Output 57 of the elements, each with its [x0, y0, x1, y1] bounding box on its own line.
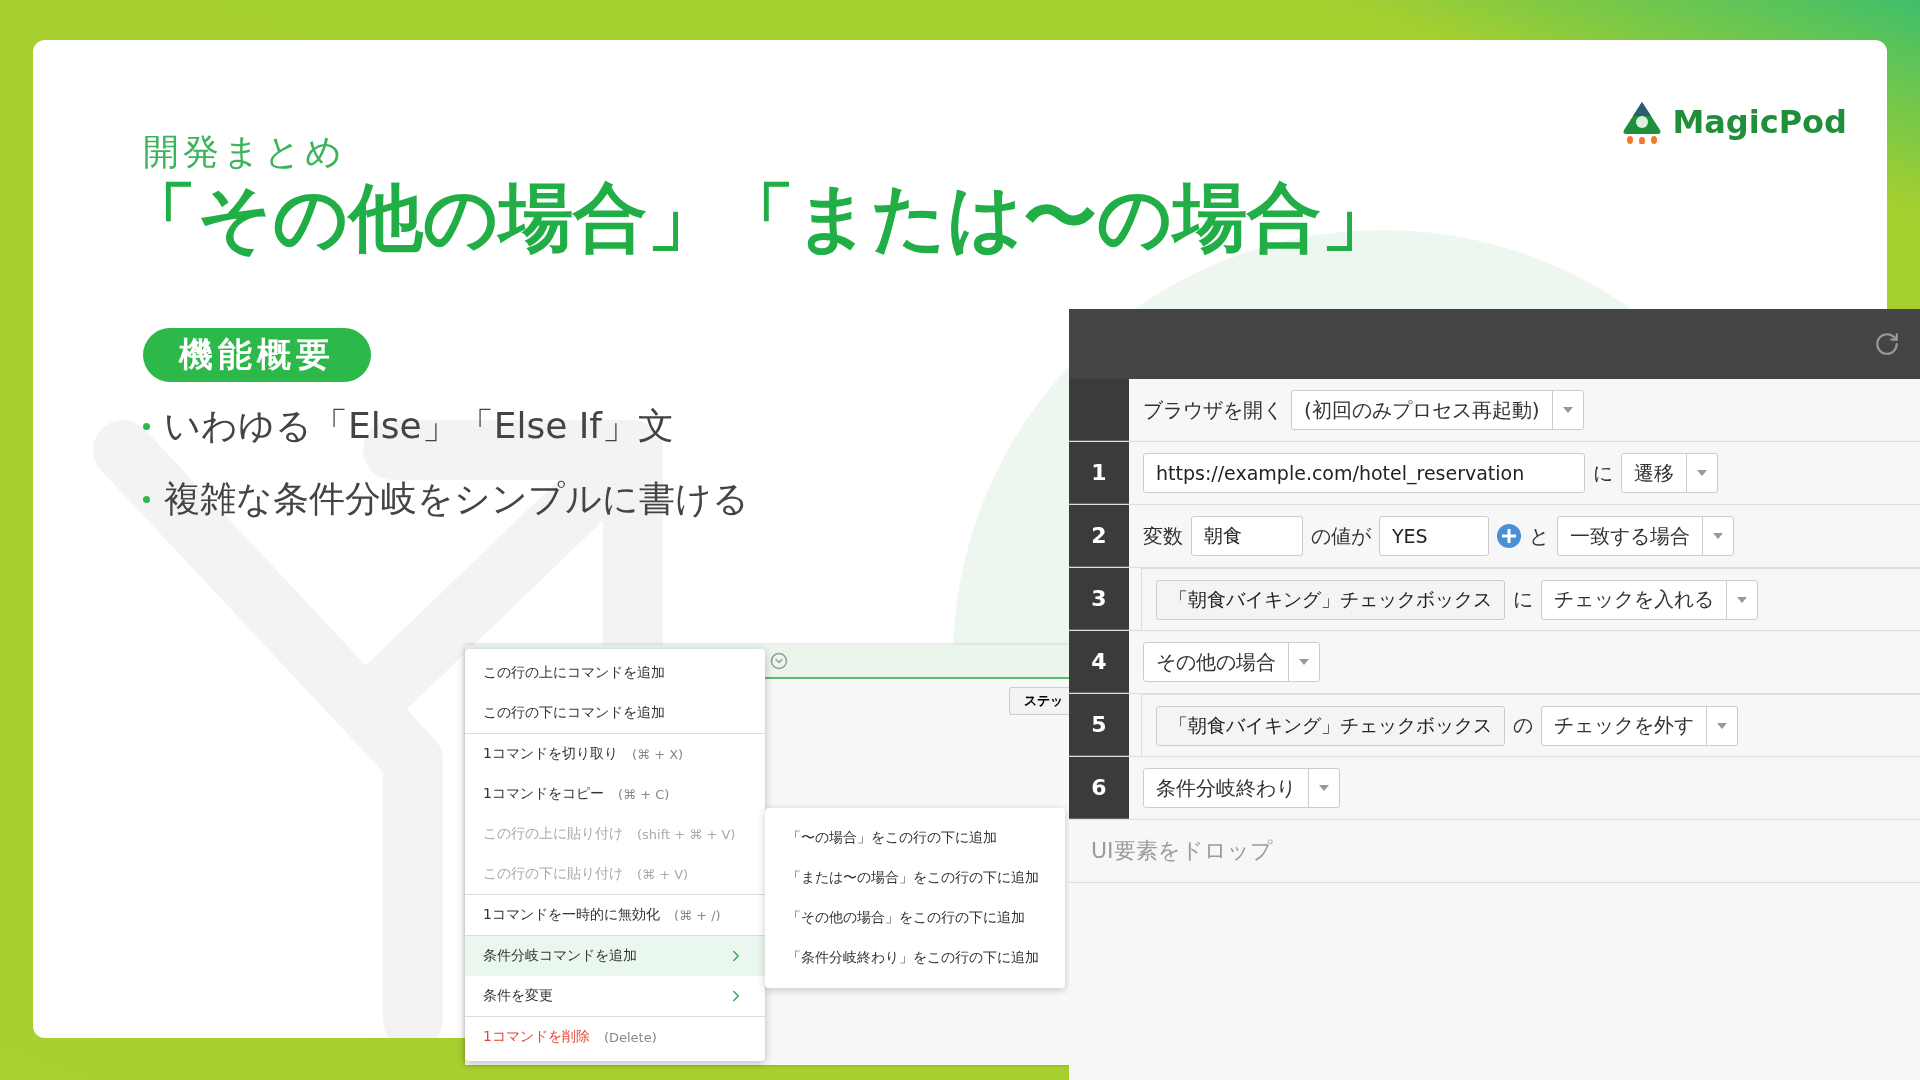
caret-icon: [1717, 722, 1727, 729]
menu-item[interactable]: 1コマンドを削除 (Delete): [465, 1017, 765, 1057]
dropdown[interactable]: (初回のみプロセス再起動): [1291, 390, 1584, 430]
step-number: 5: [1069, 694, 1129, 756]
step-number: 6: [1069, 757, 1129, 819]
dropdown[interactable]: 遷移: [1621, 453, 1719, 493]
element-field[interactable]: 「朝食バイキング」チェックボックス: [1156, 579, 1505, 620]
step-label: 変数: [1143, 522, 1183, 550]
caret-icon: [1319, 785, 1329, 791]
step-number: 3: [1069, 568, 1129, 630]
dropdown[interactable]: チェックを入れる: [1541, 579, 1758, 620]
menu-item[interactable]: 1コマンドをコピー (⌘ + C): [465, 774, 765, 814]
step-label: に: [1513, 586, 1533, 613]
menu-item[interactable]: 1コマンドを切り取り (⌘ + X): [465, 734, 765, 774]
caret-icon: [1737, 596, 1747, 603]
menu-item[interactable]: 条件分岐コマンドを追加: [465, 936, 765, 976]
chevron-down-icon[interactable]: [770, 652, 788, 670]
menu-item[interactable]: 「または〜の場合」をこの行の下に追加: [765, 858, 1065, 898]
menu-item[interactable]: この行の下にコマンドを追加: [465, 693, 765, 733]
element-field[interactable]: 「朝食バイキング」チェックボックス: [1156, 705, 1505, 746]
add-icon[interactable]: [1496, 524, 1521, 548]
caret-icon: [1712, 533, 1723, 539]
input-field[interactable]: YES: [1379, 516, 1489, 556]
menu-item[interactable]: 条件を変更: [465, 976, 765, 1016]
refresh-icon[interactable]: [1874, 331, 1900, 357]
step-number: 4: [1069, 631, 1129, 693]
slide-title: 「その他の場合」「または〜の場合」: [123, 177, 1396, 259]
input-field[interactable]: 朝食: [1191, 516, 1303, 556]
step-number: 1: [1069, 442, 1129, 504]
caret-icon: [1697, 470, 1708, 476]
step-label: の値が: [1311, 522, 1371, 550]
bullet-text: 複雑な条件分岐をシンプルに書ける: [164, 477, 749, 522]
section-label: 開発まとめ: [143, 130, 346, 174]
feature-badge: 機能概要: [143, 328, 371, 383]
step-label: ブラウザを開く: [1143, 396, 1283, 424]
menu-item[interactable]: 1コマンドを一時的に無効化 (⌘ + /): [465, 895, 765, 935]
step-button[interactable]: ステッ: [1009, 687, 1069, 715]
step-label: に: [1593, 459, 1614, 487]
menu-item[interactable]: 「その他の場合」をこの行の下に追加: [765, 898, 1065, 938]
caret-icon: [1299, 659, 1309, 665]
bullet-dot: [143, 496, 150, 504]
dropdown[interactable]: 条件分岐終わり: [1143, 768, 1340, 808]
menu-item[interactable]: この行の上にコマンドを追加: [465, 653, 765, 693]
dropdown[interactable]: 一致する場合: [1556, 516, 1734, 556]
step-label: の: [1513, 712, 1533, 739]
input-field[interactable]: https://example.com/hotel_reservation: [1143, 453, 1586, 493]
caret-icon: [1562, 407, 1573, 413]
dropdown[interactable]: チェックを外す: [1541, 705, 1738, 746]
dropdown[interactable]: その他の場合: [1143, 642, 1320, 682]
step-number: 2: [1069, 505, 1129, 567]
bullet-text: いわゆる「Else」「Else If」文: [164, 404, 675, 449]
step-label: と: [1528, 522, 1549, 550]
bullet-dot: [143, 423, 150, 431]
logo-text: MagicPod: [1672, 103, 1847, 141]
menu-item[interactable]: 「〜の場合」をこの行の下に追加: [765, 818, 1065, 858]
menu-item[interactable]: 「条件分岐終わり」をこの行の下に追加: [765, 938, 1065, 978]
drop-hint: UI要素をドロップ: [1069, 820, 1920, 883]
